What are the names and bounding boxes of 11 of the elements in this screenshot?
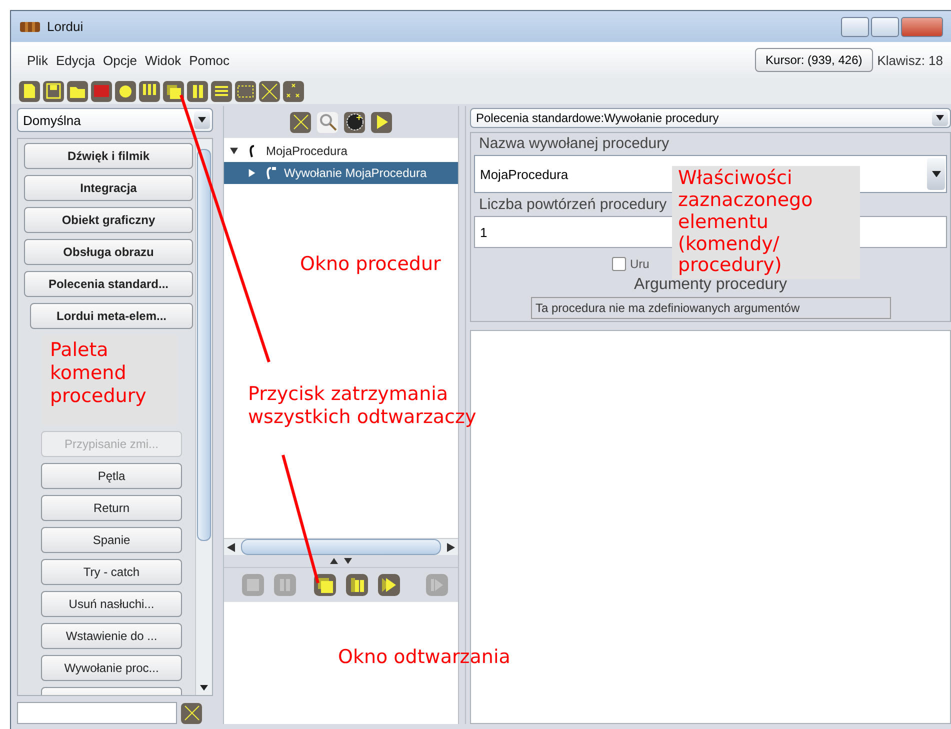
checkbox-label: Uru [630,257,650,271]
field-label: Nazwa wywołanej procedury [478,135,670,152]
window-title: Lordui [47,19,84,34]
annotation-text: Okno procedur [300,253,441,276]
arguments-note: Ta procedura nie ma zdefiniowanych argumentów [530,297,890,319]
field-label: Liczba powtórzeń procedury [478,196,667,213]
annotation-text: Okno odtwarzania [338,646,510,669]
annotation-text: Przycisk zatrzymania wszystkich odtwarzaczy [248,383,478,429]
callout-tooltip: Właściwości zaznaczonego elementu (komendy/ procedury) [672,166,860,280]
annotation-text: Paleta komend procedury [42,335,177,425]
key-label: Klawisz: 18 [877,52,943,68]
